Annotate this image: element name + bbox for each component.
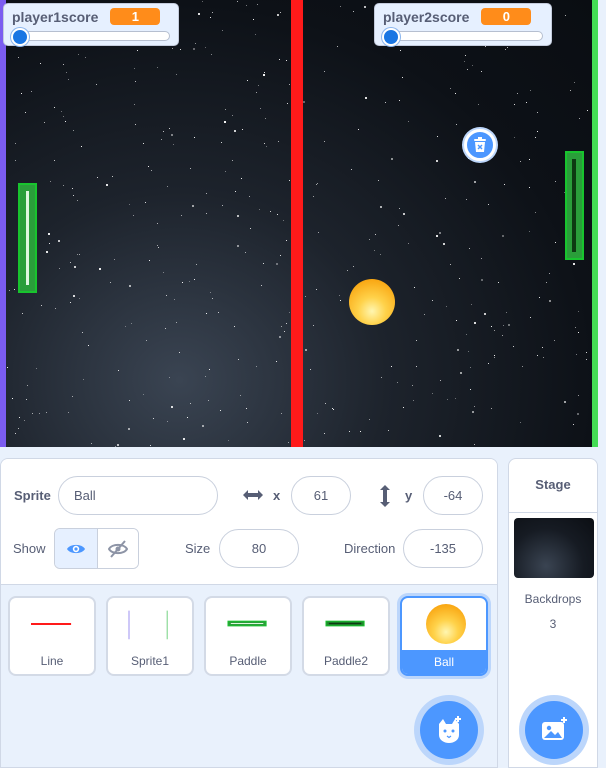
y-label: y (405, 488, 413, 503)
monitor-label: player1score (12, 8, 99, 25)
sprite-tile-label: Paddle (229, 654, 267, 668)
sprite-tile-label: Paddle2 (323, 654, 369, 668)
delete-sprite-button[interactable] (464, 129, 496, 161)
sprite-name-input[interactable]: Ball (58, 476, 218, 515)
monitor-slider[interactable] (11, 28, 170, 46)
add-backdrop-button[interactable] (525, 701, 583, 759)
add-sprite-button[interactable] (420, 701, 478, 759)
cat-add-icon (434, 715, 464, 745)
sprite-tile-paddle[interactable]: Paddle (204, 596, 292, 676)
backdrops-count: 3 (549, 617, 557, 631)
x-label: x (273, 488, 281, 503)
y-position-input[interactable]: -64 (423, 476, 483, 515)
paddle-sprite[interactable] (18, 183, 37, 293)
show-label: Show (13, 541, 46, 556)
vertical-arrows-icon (378, 484, 392, 508)
eye-icon (66, 542, 86, 556)
sprite-tile-paddle2[interactable]: Paddle2 (302, 596, 390, 676)
left-wall (0, 0, 6, 447)
stage-title: Stage (535, 477, 571, 492)
paddle-thumbnail (227, 620, 267, 627)
backdrops-label: Backdrops (524, 592, 582, 606)
direction-input[interactable]: -135 (403, 529, 483, 568)
paddle2-sprite[interactable] (565, 151, 584, 260)
monitor-label: player2score (383, 8, 470, 25)
stage-backdrop-thumbnail[interactable] (514, 518, 594, 578)
monitor-slider[interactable] (382, 28, 543, 46)
sprite-tile-label: Sprite1 (130, 654, 170, 668)
line-thumbnail (31, 623, 72, 625)
line-sprite[interactable] (291, 0, 303, 447)
slider-knob[interactable] (11, 28, 29, 46)
player1score-monitor[interactable]: player1score 1 (3, 3, 179, 46)
monitor-value: 1 (110, 8, 161, 25)
sprite-tile-label: Ball (402, 650, 486, 674)
sprite-tile-label: Line (40, 654, 64, 668)
image-add-icon (539, 716, 569, 744)
sprite-tile-ball[interactable]: Ball (400, 596, 488, 676)
x-position-input[interactable]: 61 (291, 476, 351, 515)
sprite1-thumbnail (128, 610, 168, 640)
slider-knob[interactable] (382, 28, 400, 46)
hide-button[interactable] (96, 529, 138, 568)
eye-slash-icon (107, 539, 128, 558)
sprite-tile-line[interactable]: Line (8, 596, 96, 676)
horizontal-arrows-icon (242, 487, 264, 503)
monitor-value: 0 (481, 8, 532, 25)
trash-icon (473, 137, 487, 153)
sprite-label: Sprite (14, 488, 51, 503)
size-label: Size (185, 541, 211, 556)
direction-label: Direction (344, 541, 396, 556)
ball-thumbnail (402, 598, 486, 650)
right-wall (592, 0, 598, 447)
sprite-tile-sprite1[interactable]: Sprite1 (106, 596, 194, 676)
ball-sprite[interactable] (349, 279, 395, 325)
stage[interactable]: player1score 1 player2score 0 (0, 0, 598, 447)
sprite-info-panel: Sprite Ball x 61 y -64 Show Size 80 Dire… (1, 459, 497, 585)
show-button[interactable] (55, 529, 97, 568)
paddle2-thumbnail (325, 620, 365, 627)
visibility-toggle[interactable] (54, 528, 139, 569)
player2score-monitor[interactable]: player2score 0 (374, 3, 552, 46)
size-input[interactable]: 80 (219, 529, 299, 568)
divider (509, 512, 597, 513)
